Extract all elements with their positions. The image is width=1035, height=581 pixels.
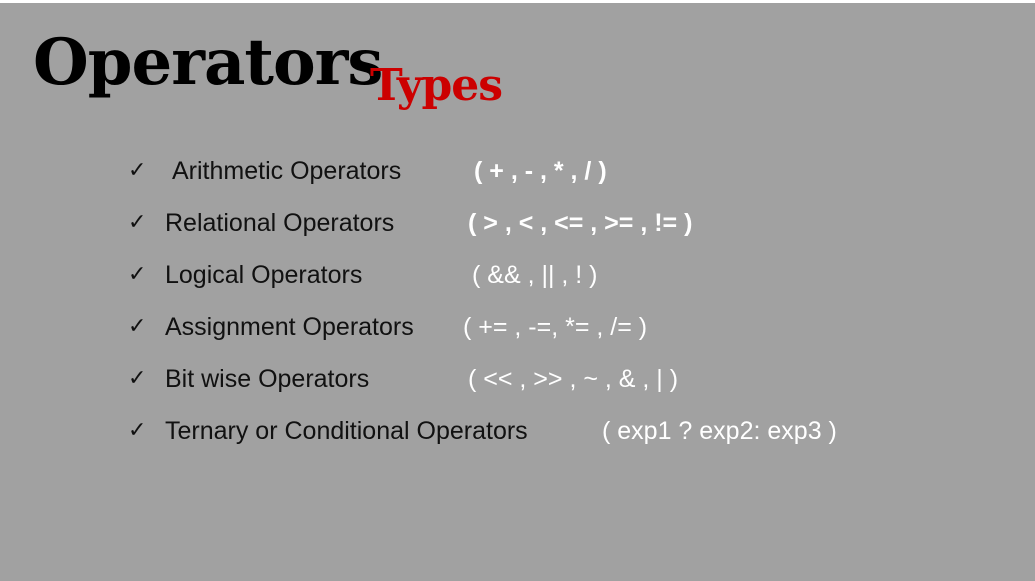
item-label: Arithmetic Operators bbox=[172, 157, 402, 185]
list-item-arithmetic: ✓ Arithmetic Operators ( + , - , * , / ) bbox=[128, 145, 1008, 197]
item-operators: ( += , -=, *= , /= ) bbox=[463, 313, 648, 341]
list-item-logical: ✓ Logical Operators ( && , || , ! ) bbox=[128, 249, 1008, 301]
item-operators: ( && , || , ! ) bbox=[472, 261, 598, 289]
checkmark-icon: ✓ bbox=[128, 210, 147, 235]
list-item-bitwise: ✓ Bit wise Operators ( << , >> , ~ , & ,… bbox=[128, 353, 1008, 405]
title-subtitle: Types bbox=[370, 60, 503, 111]
title-main: Operators bbox=[33, 25, 383, 100]
checkmark-icon: ✓ bbox=[128, 366, 147, 391]
checkmark-icon: ✓ bbox=[128, 262, 147, 287]
item-operators: ( > , < , <= , >= , != ) bbox=[468, 209, 693, 237]
item-label: Ternary or Conditional Operators bbox=[165, 417, 528, 445]
checkmark-icon: ✓ bbox=[128, 158, 147, 183]
item-label: Logical Operators bbox=[165, 261, 363, 289]
item-label: Relational Operators bbox=[165, 209, 395, 237]
item-operators: ( + , - , * , / ) bbox=[474, 157, 607, 185]
item-label: Bit wise Operators bbox=[165, 365, 370, 393]
item-operators: ( exp1 ? exp2: exp3 ) bbox=[602, 417, 837, 445]
list-item-relational: ✓ Relational Operators ( > , < , <= , >=… bbox=[128, 197, 1008, 249]
checkmark-icon: ✓ bbox=[128, 314, 147, 339]
list-item-assignment: ✓ Assignment Operators ( += , -=, *= , /… bbox=[128, 301, 1008, 353]
checkmark-icon: ✓ bbox=[128, 418, 147, 443]
slide: Operators Types ✓ Arithmetic Operators (… bbox=[0, 3, 1035, 581]
item-operators: ( << , >> , ~ , & , | ) bbox=[468, 365, 679, 393]
item-label: Assignment Operators bbox=[165, 313, 414, 341]
list-item-ternary: ✓ Ternary or Conditional Operators ( exp… bbox=[128, 405, 1008, 457]
operator-list: ✓ Arithmetic Operators ( + , - , * , / )… bbox=[128, 145, 1008, 457]
